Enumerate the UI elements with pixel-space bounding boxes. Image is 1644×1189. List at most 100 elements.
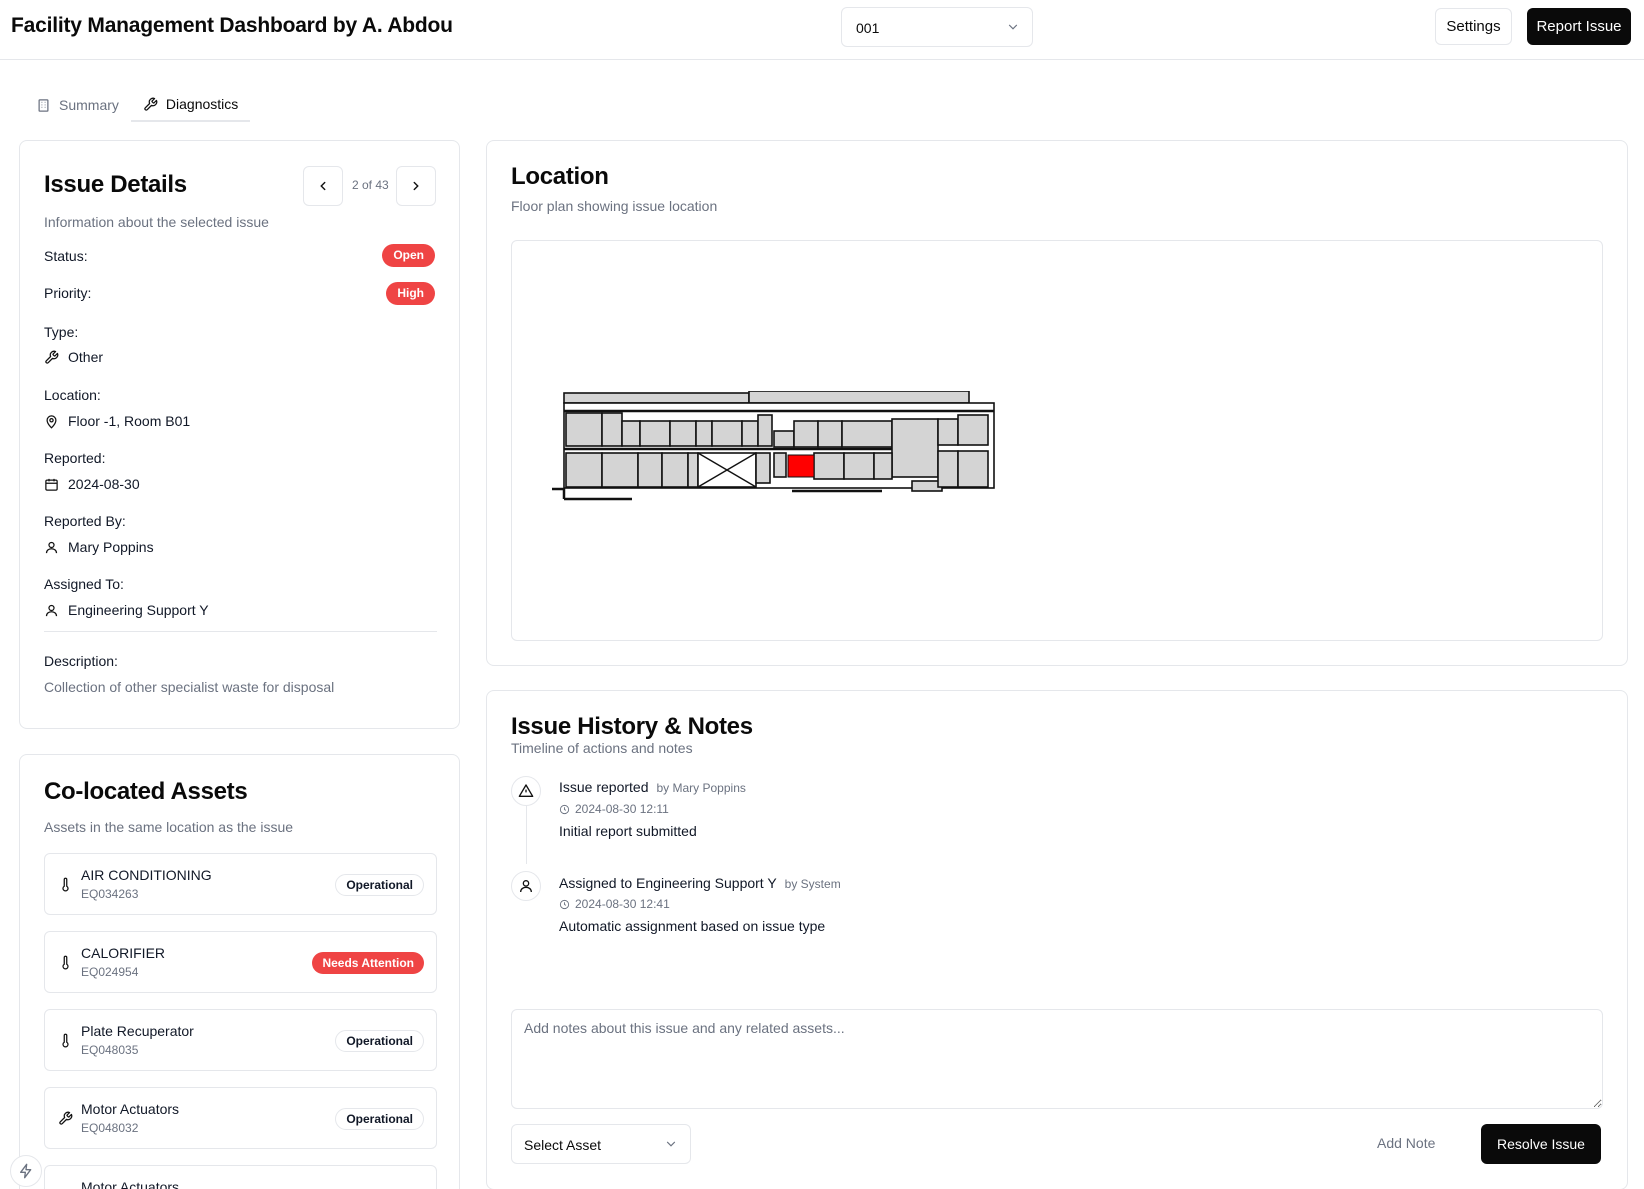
type-value: Other xyxy=(44,349,103,365)
thermometer-icon xyxy=(62,955,69,970)
asset-name: AIR CONDITIONING xyxy=(81,867,212,883)
location-card: Location Floor plan showing issue locati… xyxy=(486,140,1628,666)
timeline-event-title-text: Assigned to Engineering Support Y xyxy=(559,875,777,891)
issue-details-card: Issue Details Information about the sele… xyxy=(19,140,460,729)
tab-diagnostics-label: Diagnostics xyxy=(165,96,239,112)
timeline-event-icon xyxy=(511,871,541,901)
alert-triangle-icon xyxy=(518,784,534,797)
reported-by-label: Reported By: xyxy=(44,513,126,529)
settings-button[interactable]: Settings xyxy=(1435,8,1512,45)
asset-code: EQ024954 xyxy=(81,965,139,979)
tab-summary[interactable]: Summary xyxy=(24,88,131,122)
user-icon xyxy=(45,604,58,616)
add-note-button[interactable]: Add Note xyxy=(1377,1135,1435,1151)
status-badge: Open xyxy=(382,244,435,267)
building-select-value: 001 xyxy=(856,20,880,36)
reported-text: 2024-08-30 xyxy=(68,476,140,492)
clock-icon xyxy=(559,804,570,814)
asset-code: EQ048032 xyxy=(81,1121,139,1135)
location-label: Location: xyxy=(44,387,101,403)
timeline-connector xyxy=(526,804,527,864)
thermometer-icon xyxy=(62,1033,69,1048)
chevron-down-icon xyxy=(1008,24,1018,30)
tab-bar: Summary Diagnostics xyxy=(24,88,251,122)
asset-item[interactable]: CALORIFIER EQ024954 Needs Attention xyxy=(44,931,437,993)
asset-status-badge: Operational xyxy=(335,874,424,896)
type-text: Other xyxy=(68,349,104,365)
select-asset-value: Select Asset xyxy=(524,1137,602,1153)
asset-name: Motor Actuators xyxy=(81,1179,180,1189)
tab-diagnostics[interactable]: Diagnostics xyxy=(130,88,251,122)
priority-badge: High xyxy=(386,282,435,305)
app-title: Facility Management Dashboard by A. Abdo… xyxy=(11,14,453,37)
calendar-icon xyxy=(45,478,58,491)
issue-pager-text: 2 of 43 xyxy=(352,178,389,192)
wrench-icon xyxy=(45,350,59,364)
asset-item[interactable]: Motor Actuators EQ048032 Operational xyxy=(44,1087,437,1149)
asset-item[interactable]: Motor Actuators xyxy=(44,1165,437,1189)
top-bar: Facility Management Dashboard by A. Abdo… xyxy=(0,0,1644,60)
issue-details-title: Issue Details xyxy=(44,171,187,198)
asset-code: EQ034263 xyxy=(81,887,139,901)
building-select[interactable]: 001 xyxy=(841,7,1033,47)
chevron-left-icon xyxy=(320,181,326,191)
floor-plan-map[interactable] xyxy=(511,240,1603,641)
description-label: Description: xyxy=(44,653,118,669)
user-icon xyxy=(45,541,58,553)
reported-by-text: Mary Poppins xyxy=(68,539,154,555)
select-asset-dropdown[interactable]: Select Asset xyxy=(511,1124,691,1164)
priority-label: Priority: xyxy=(44,285,92,301)
report-issue-button[interactable]: Report Issue xyxy=(1527,8,1631,45)
previous-issue-button[interactable] xyxy=(303,166,343,206)
asset-name: CALORIFIER xyxy=(81,945,166,961)
timeline-event-time: 2024-08-30 12:11 xyxy=(559,802,669,816)
assigned-to-value: Engineering Support Y xyxy=(44,602,209,618)
notes-textarea[interactable] xyxy=(511,1009,1603,1109)
chevron-down-icon xyxy=(666,1141,676,1147)
assets-subtitle: Assets in the same location as the issue xyxy=(44,819,294,835)
asset-status-badge: Operational xyxy=(335,1030,424,1052)
history-subtitle: Timeline of actions and notes xyxy=(511,740,693,756)
issue-location-marker xyxy=(787,454,815,478)
history-title: Issue History & Notes xyxy=(511,713,753,740)
timeline-event-title: Assigned to Engineering Support Y by Syst… xyxy=(559,875,841,891)
timeline-event-title-text: Issue reported xyxy=(559,779,649,795)
asset-code: EQ048035 xyxy=(81,1043,139,1057)
building-icon xyxy=(38,98,49,112)
timeline-event-title: Issue reported by Mary Poppins xyxy=(559,779,746,795)
timeline-event-author: by Mary Poppins xyxy=(656,781,746,795)
user-icon xyxy=(520,880,532,893)
timeline-event-icon xyxy=(511,776,541,806)
reported-by-value: Mary Poppins xyxy=(44,539,154,555)
asset-status-badge: Needs Attention xyxy=(312,952,424,974)
issue-divider xyxy=(44,631,437,632)
status-label: Status: xyxy=(44,248,88,264)
asset-name: Plate Recuperator xyxy=(81,1023,194,1039)
asset-item[interactable]: AIR CONDITIONING EQ034263 Operational xyxy=(44,853,437,915)
reported-value: 2024-08-30 xyxy=(44,476,140,492)
issue-history-card: Issue History & Notes Timeline of action… xyxy=(486,690,1628,1189)
co-located-assets-card: Co-located Assets Assets in the same loc… xyxy=(19,754,460,1189)
description-text: Collection of other specialist waste for… xyxy=(44,679,335,695)
timeline-event-author: by System xyxy=(784,877,841,891)
type-label: Type: xyxy=(44,324,79,340)
location-subtitle: Floor plan showing issue location xyxy=(511,198,718,214)
timeline-event-time: 2024-08-30 12:41 xyxy=(559,897,670,911)
thermometer-icon xyxy=(62,877,69,892)
assigned-to-text: Engineering Support Y xyxy=(68,602,209,618)
resolve-issue-button[interactable]: Resolve Issue xyxy=(1481,1124,1601,1164)
next-issue-button[interactable] xyxy=(396,166,436,206)
map-pin-icon xyxy=(46,414,57,429)
tab-summary-label: Summary xyxy=(59,97,119,113)
location-title: Location xyxy=(511,163,609,190)
floor-plan-drawing xyxy=(552,391,995,501)
assigned-to-label: Assigned To: xyxy=(44,576,124,592)
asset-status-badge: Operational xyxy=(335,1108,424,1130)
dev-tools-button[interactable] xyxy=(10,1155,42,1187)
reported-label: Reported: xyxy=(44,450,106,466)
asset-item[interactable]: Plate Recuperator EQ048035 Operational xyxy=(44,1009,437,1071)
asset-name: Motor Actuators xyxy=(81,1101,180,1117)
wrench-icon xyxy=(144,97,158,111)
wrench-icon xyxy=(59,1111,73,1125)
assets-title: Co-located Assets xyxy=(44,778,248,805)
